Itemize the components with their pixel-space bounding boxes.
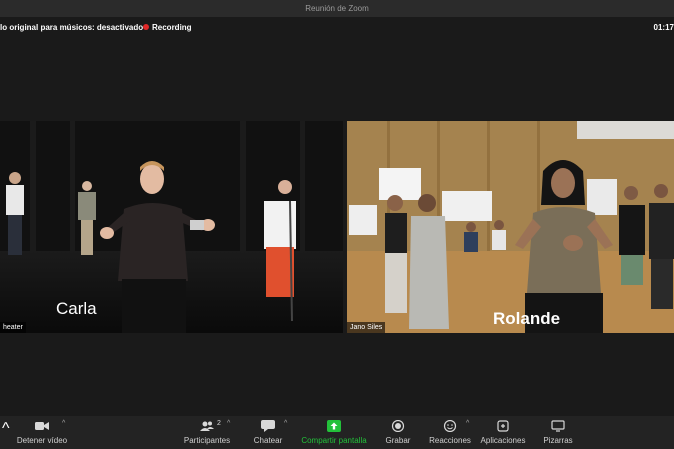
stop-video-label: Detener vídeo [16, 436, 68, 445]
participant-overlay-name: Rolande [493, 309, 561, 328]
video-options-caret-icon[interactable]: ^ [62, 420, 65, 427]
video-feed-stage [0, 121, 343, 333]
share-screen-button[interactable]: Compartir pantalla [298, 416, 370, 449]
meeting-timer: 01:17 [653, 23, 674, 32]
participant-overlay-name: Carla [56, 299, 97, 318]
participants-count: 2 [217, 420, 221, 427]
participants-options-caret-icon[interactable]: ^ [227, 420, 230, 427]
share-screen-label: Compartir pantalla [301, 436, 367, 445]
share-screen-icon [327, 420, 341, 432]
participants-label: Participantes [183, 436, 231, 445]
video-camera-icon [35, 422, 49, 430]
record-button[interactable]: Grabar [378, 416, 418, 449]
stop-video-button[interactable]: ^ Detener vídeo [10, 416, 74, 449]
recording-indicator[interactable]: Recording [143, 17, 192, 39]
recording-label: Recording [152, 23, 192, 32]
apps-button[interactable]: Aplicaciones [478, 416, 528, 449]
reactions-button[interactable]: ^ Reacciones [426, 416, 474, 449]
apps-label: Aplicaciones [480, 436, 526, 445]
chat-icon [261, 420, 275, 432]
whiteboards-button[interactable]: Pizarras [536, 416, 580, 449]
chat-button[interactable]: ^ Chatear [246, 416, 290, 449]
participant-name-tag: heater [0, 322, 26, 333]
participant-name-tag: Jano Siles [347, 322, 386, 333]
record-icon [391, 420, 405, 432]
apps-icon [497, 420, 509, 432]
window-title: Reunión de Zoom [0, 0, 674, 17]
reactions-options-caret-icon[interactable]: ^ [466, 420, 469, 427]
original-sound-status[interactable]: lo original para músicos: desactivado [0, 17, 143, 39]
record-label: Grabar [385, 436, 411, 445]
video-feed-room [347, 121, 674, 333]
chat-options-caret-icon[interactable]: ^ [284, 420, 287, 427]
recording-dot-icon [143, 23, 149, 30]
participants-button[interactable]: 2 ^ Participantes [176, 416, 238, 449]
meeting-toolbar: ^ ^ Detener vídeo 2 ^ Participantes ^ Ch… [0, 416, 674, 449]
audio-options-caret-icon[interactable]: ^ [2, 420, 10, 438]
whiteboards-label: Pizarras [543, 436, 573, 445]
participants-icon [200, 421, 214, 431]
video-tile-jano-siles[interactable]: Rolande Jano Siles [347, 121, 674, 333]
whiteboard-icon [551, 420, 565, 432]
reactions-smiley-icon [443, 420, 457, 432]
video-tile-carla[interactable]: Carla heater [0, 121, 343, 333]
chat-label: Chatear [253, 436, 283, 445]
reactions-label: Reacciones [429, 436, 471, 445]
meeting-info-bar: lo original para músicos: desactivado Re… [0, 17, 674, 39]
